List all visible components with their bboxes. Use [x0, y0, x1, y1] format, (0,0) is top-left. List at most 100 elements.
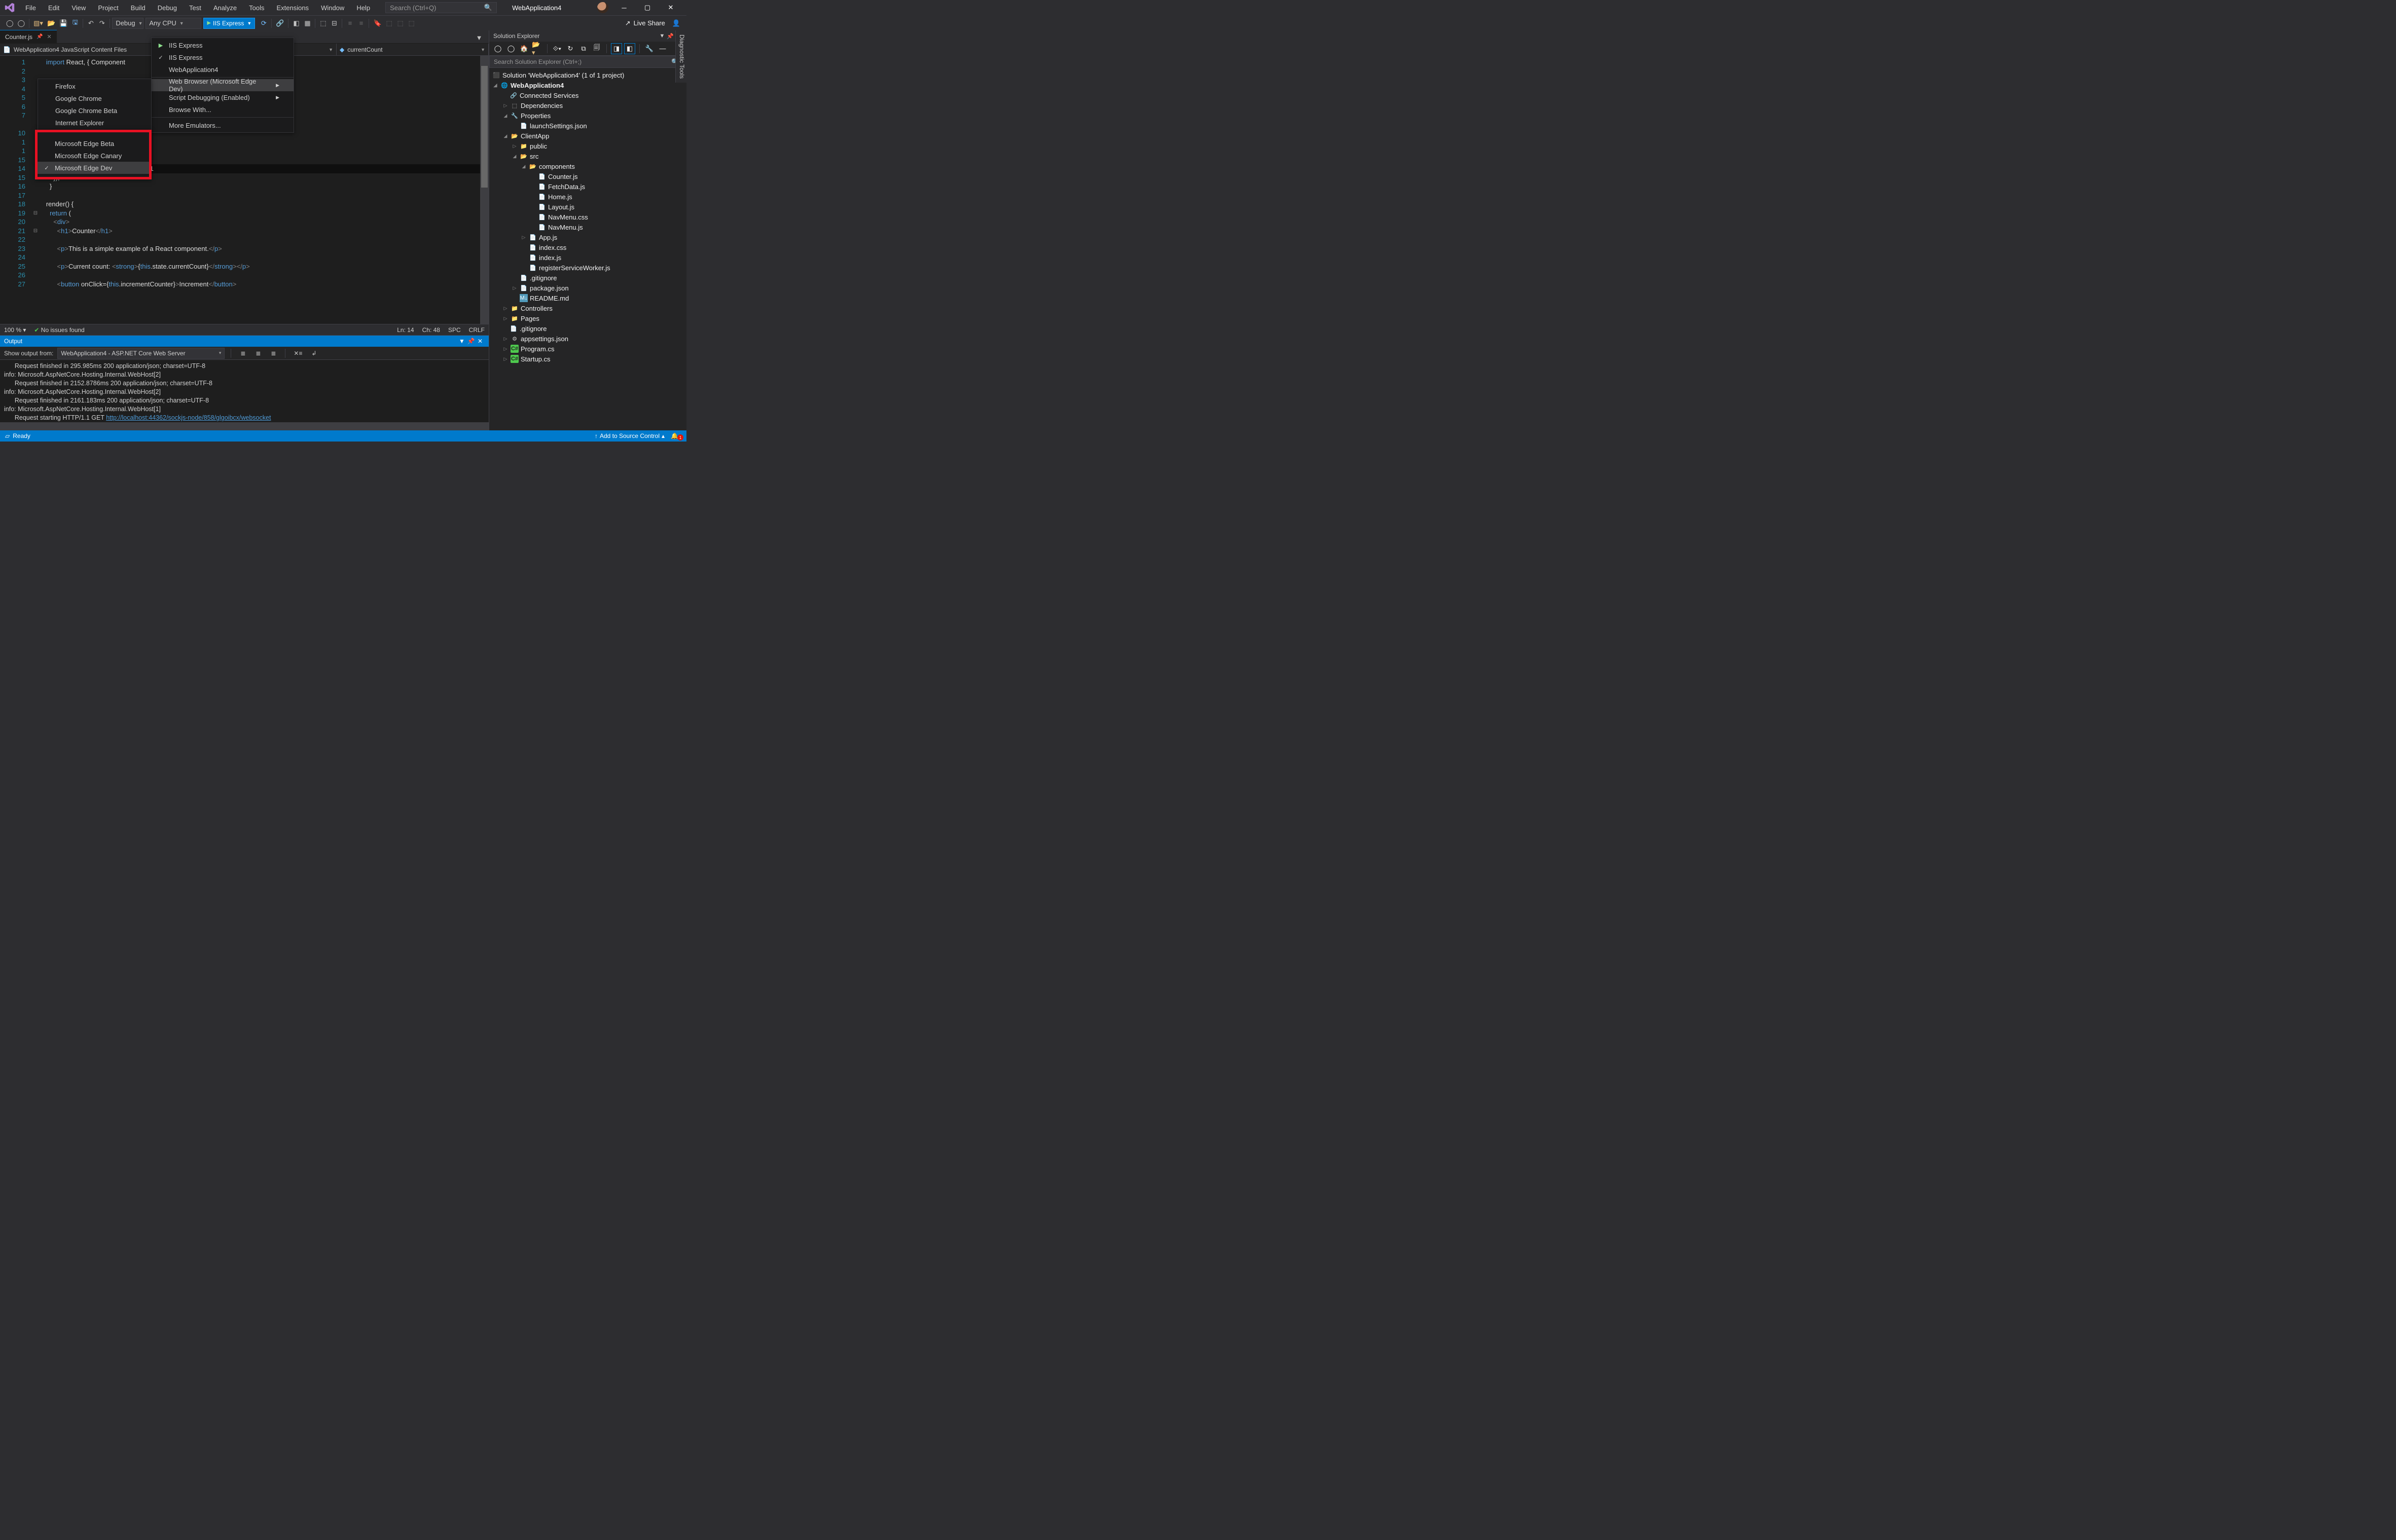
menu-file[interactable]: File [20, 2, 41, 14]
output-btn-b[interactable]: ≣ [252, 348, 264, 359]
run-button[interactable]: ▶IIS Express▼ [203, 18, 255, 29]
undo-button[interactable]: ↶ [85, 18, 96, 29]
node-counter[interactable]: 📄Counter.js [489, 171, 686, 181]
user-avatar[interactable] [597, 2, 608, 13]
tab-overflow-button[interactable]: ▼ [474, 32, 485, 43]
node-gitignore2[interactable]: 📄.gitignore [489, 323, 686, 334]
output-dropdown-icon[interactable]: ▼ [457, 338, 466, 345]
menu-tools[interactable]: Tools [244, 2, 269, 14]
tb-btn-d[interactable]: ⊟ [329, 18, 340, 29]
menu-analyze[interactable]: Analyze [208, 2, 242, 14]
tb-btn-g[interactable]: ⬚ [384, 18, 395, 29]
solution-search[interactable]: Search Solution Explorer (Ctrl+;)🔍▾ [489, 56, 686, 68]
tb-btn-e[interactable]: ≡ [344, 18, 355, 29]
tab-close-icon[interactable]: ✕ [47, 33, 51, 40]
output-title[interactable]: Output ▼ 📌 ✕ [0, 336, 489, 347]
node-connected[interactable]: 🔗Connected Services [489, 90, 686, 100]
menu-chrome-beta[interactable]: Google Chrome Beta [38, 104, 151, 117]
account-icon[interactable]: 👤 [670, 18, 682, 29]
node-program[interactable]: ▷C#Program.cs [489, 344, 686, 354]
tb-btn-c[interactable]: ⬚ [317, 18, 329, 29]
node-pkg[interactable]: ▷📄package.json [489, 283, 686, 293]
zoom-combo[interactable]: 100 % ▾ [4, 326, 26, 334]
node-rsw[interactable]: 📄registerServiceWorker.js [489, 263, 686, 273]
menu-view[interactable]: View [66, 2, 91, 14]
new-item-button[interactable]: ▧▾ [31, 18, 45, 29]
menu-ie[interactable]: Internet Explorer [38, 117, 151, 129]
editor-scrollbar[interactable] [480, 56, 489, 324]
node-deps[interactable]: ▷⬚Dependencies [489, 100, 686, 111]
panel-dropdown-icon[interactable]: ▼ [658, 33, 666, 39]
pt-b[interactable]: ⧉ [578, 43, 589, 54]
output-btn-c[interactable]: ≣ [268, 348, 279, 359]
platform-combo[interactable]: Any CPU▼ [146, 18, 201, 29]
menu-edge-beta[interactable]: Microsoft Edge Beta [38, 137, 149, 150]
menu-build[interactable]: Build [126, 2, 151, 14]
node-solution[interactable]: ⬛Solution 'WebApplication4' (1 of 1 proj… [489, 70, 686, 80]
tb-btn-b[interactable]: ▦ [302, 18, 313, 29]
output-wrap-button[interactable]: ↲ [308, 348, 319, 359]
node-readme[interactable]: M↓README.md [489, 293, 686, 303]
tb-btn-a[interactable]: ◧ [291, 18, 302, 29]
menu-chrome[interactable]: Google Chrome [38, 92, 151, 104]
add-source-control-button[interactable]: ↑Add to Source Control▴ [592, 432, 668, 439]
output-clear-button[interactable]: ✕≡ [292, 348, 304, 359]
nav-fwd-button[interactable]: ◯ [16, 18, 27, 29]
menu-firefox[interactable]: Firefox [38, 80, 151, 92]
refresh-button[interactable]: ⟳ [258, 18, 269, 29]
output-scrollbar[interactable] [0, 422, 489, 430]
save-all-button[interactable]: 🖫 [69, 18, 81, 29]
minimize-button[interactable]: ─ [612, 0, 636, 15]
pt-d[interactable]: ◨ [611, 43, 622, 54]
node-public[interactable]: ▷📁public [489, 141, 686, 151]
output-text[interactable]: Request finished in 295.985ms 200 applic… [0, 360, 489, 422]
nav-member-combo[interactable]: ◆ currentCount ▼ [337, 44, 489, 55]
menu-debug[interactable]: Debug [153, 2, 182, 14]
panel-pin-icon[interactable]: 📌 [666, 33, 674, 40]
pt-a[interactable]: ⟐▾ [552, 43, 563, 54]
open-button[interactable]: 📂 [45, 18, 57, 29]
node-gitignore[interactable]: 📄.gitignore [489, 273, 686, 283]
pin-icon[interactable]: 📌 [37, 34, 43, 40]
menu-test[interactable]: Test [184, 2, 206, 14]
node-pages[interactable]: ▷📁Pages [489, 313, 686, 323]
pt-wrench[interactable]: 🔧 [644, 43, 655, 54]
solution-tree[interactable]: ⬛Solution 'WebApplication4' (1 of 1 proj… [489, 68, 686, 430]
pt-f[interactable]: — [657, 43, 668, 54]
menu-project[interactable]: Project [93, 2, 123, 14]
maximize-button[interactable]: ▢ [636, 0, 659, 15]
menu-window[interactable]: Window [316, 2, 349, 14]
node-navjs[interactable]: 📄NavMenu.js [489, 222, 686, 232]
menu-browse-with[interactable]: Browse With... [152, 103, 294, 116]
output-source-combo[interactable]: WebApplication4 - ASP.NET Core Web Serve… [57, 348, 225, 359]
save-button[interactable]: 💾 [57, 18, 69, 29]
node-launch[interactable]: 📄launchSettings.json [489, 121, 686, 131]
pt-c[interactable]: 🗐 [591, 43, 602, 54]
menu-webapp4[interactable]: WebApplication4 [152, 63, 294, 76]
node-indexcss[interactable]: 📄index.css [489, 242, 686, 252]
node-src[interactable]: ◢📂src [489, 151, 686, 161]
nav-scope-combo[interactable]: 📄 WebApplication4 JavaScript Content Fil… [0, 44, 172, 55]
browser-link-button[interactable]: 🔗 [274, 18, 286, 29]
menu-help[interactable]: Help [351, 2, 375, 14]
node-clientapp[interactable]: ◢📂ClientApp [489, 131, 686, 141]
pt-refresh[interactable]: ↻ [565, 43, 576, 54]
menu-edge-dev[interactable]: ✓Microsoft Edge Dev [38, 162, 149, 174]
menu-extensions[interactable]: Extensions [271, 2, 314, 14]
pt-home[interactable]: 🏠 [519, 43, 530, 54]
pt-sync[interactable]: 📂▾ [532, 43, 543, 54]
document-tab-counter[interactable]: Counter.js 📌 ✕ [0, 30, 57, 43]
close-button[interactable]: ✕ [659, 0, 682, 15]
node-appjs[interactable]: ▷📄App.js [489, 232, 686, 242]
output-btn-a[interactable]: ≣ [237, 348, 248, 359]
pt-e[interactable]: ◧ [624, 43, 635, 54]
pt-fwd[interactable]: ◯ [505, 43, 517, 54]
solution-explorer-title[interactable]: Solution Explorer ▼ 📌 ✕ [489, 30, 686, 42]
menu-edge-canary[interactable]: Microsoft Edge Canary [38, 150, 149, 162]
tb-btn-h[interactable]: ⬚ [395, 18, 406, 29]
quick-search[interactable]: Search (Ctrl+Q) 🔍 [385, 2, 497, 13]
node-appsettings[interactable]: ▷⚙appsettings.json [489, 334, 686, 344]
node-project[interactable]: ◢🌐WebApplication4 [489, 80, 686, 90]
node-navcss[interactable]: 📄NavMenu.css [489, 212, 686, 222]
menu-iis-express-1[interactable]: ▶IIS Express [152, 39, 294, 51]
